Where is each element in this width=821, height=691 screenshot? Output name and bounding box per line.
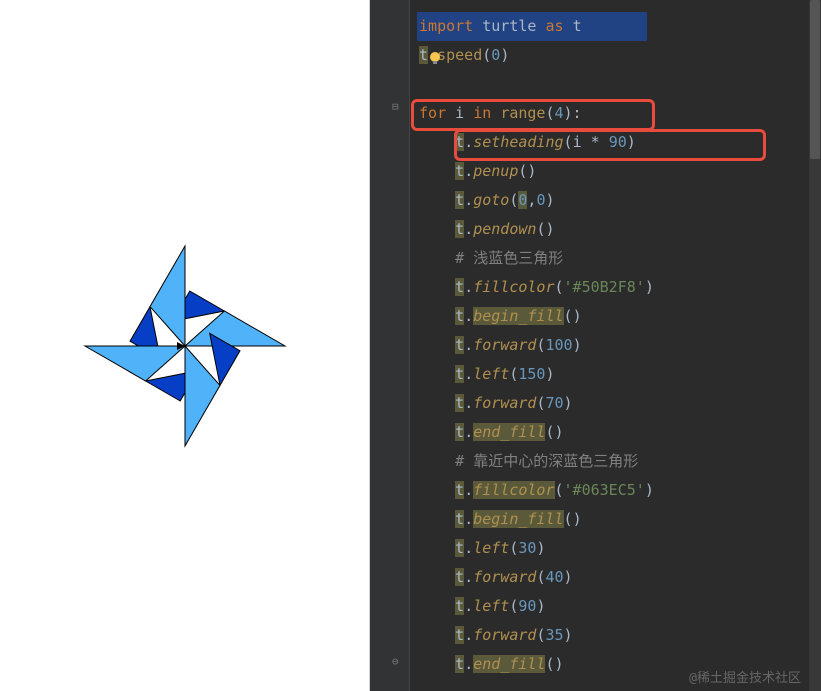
code-line-blank[interactable] bbox=[410, 70, 809, 99]
code-area[interactable]: import turtle as t t.speed(0) for i in r… bbox=[410, 12, 809, 679]
code-line[interactable]: # 靠近中心的深蓝色三角形 bbox=[410, 447, 809, 476]
intention-bulb-icon[interactable] bbox=[427, 47, 443, 63]
code-line[interactable]: t.begin_fill() bbox=[410, 505, 809, 534]
code-line[interactable]: t.penup() bbox=[410, 157, 809, 186]
watermark-text: @稀土掘金技术社区 bbox=[689, 667, 801, 686]
code-line[interactable]: t.left(90) bbox=[410, 592, 809, 621]
code-line[interactable]: # 浅蓝色三角形 bbox=[410, 244, 809, 273]
vertical-scrollbar[interactable] bbox=[809, 0, 821, 691]
fold-end-icon[interactable]: ⊖ bbox=[392, 655, 404, 667]
code-line[interactable]: t.pendown() bbox=[410, 215, 809, 244]
code-line[interactable]: t.begin_fill() bbox=[410, 302, 809, 331]
code-line[interactable]: t.setheading(i * 90) bbox=[410, 128, 809, 157]
code-line[interactable]: t.goto(0,0) bbox=[410, 186, 809, 215]
pinwheel-graphic bbox=[35, 196, 335, 496]
code-line[interactable]: t.forward(70) bbox=[410, 389, 809, 418]
code-line[interactable]: t.end_fill() bbox=[410, 418, 809, 447]
code-line[interactable]: t.left(30) bbox=[410, 534, 809, 563]
turtle-output-panel bbox=[0, 0, 370, 691]
turtle-canvas bbox=[35, 196, 335, 496]
code-line[interactable]: t.fillcolor('#50B2F8') bbox=[410, 273, 809, 302]
code-line[interactable]: for i in range(4): bbox=[410, 99, 809, 128]
code-line[interactable]: t.forward(40) bbox=[410, 563, 809, 592]
code-line[interactable]: t.fillcolor('#063EC5') bbox=[410, 476, 809, 505]
code-line[interactable]: t.forward(35) bbox=[410, 621, 809, 650]
fold-icon[interactable]: ⊟ bbox=[392, 100, 404, 112]
scrollbar-thumb[interactable] bbox=[810, 0, 820, 159]
code-line[interactable]: t.forward(100) bbox=[410, 331, 809, 360]
code-line[interactable]: t.left(150) bbox=[410, 360, 809, 389]
code-line[interactable]: import turtle as t bbox=[410, 12, 809, 41]
code-editor-panel[interactable]: ⊟ ⊖ import turtle as t t.speed(0) for i … bbox=[370, 0, 821, 691]
code-line[interactable]: t.speed(0) bbox=[410, 41, 809, 70]
editor-gutter: ⊟ ⊖ bbox=[370, 0, 410, 691]
